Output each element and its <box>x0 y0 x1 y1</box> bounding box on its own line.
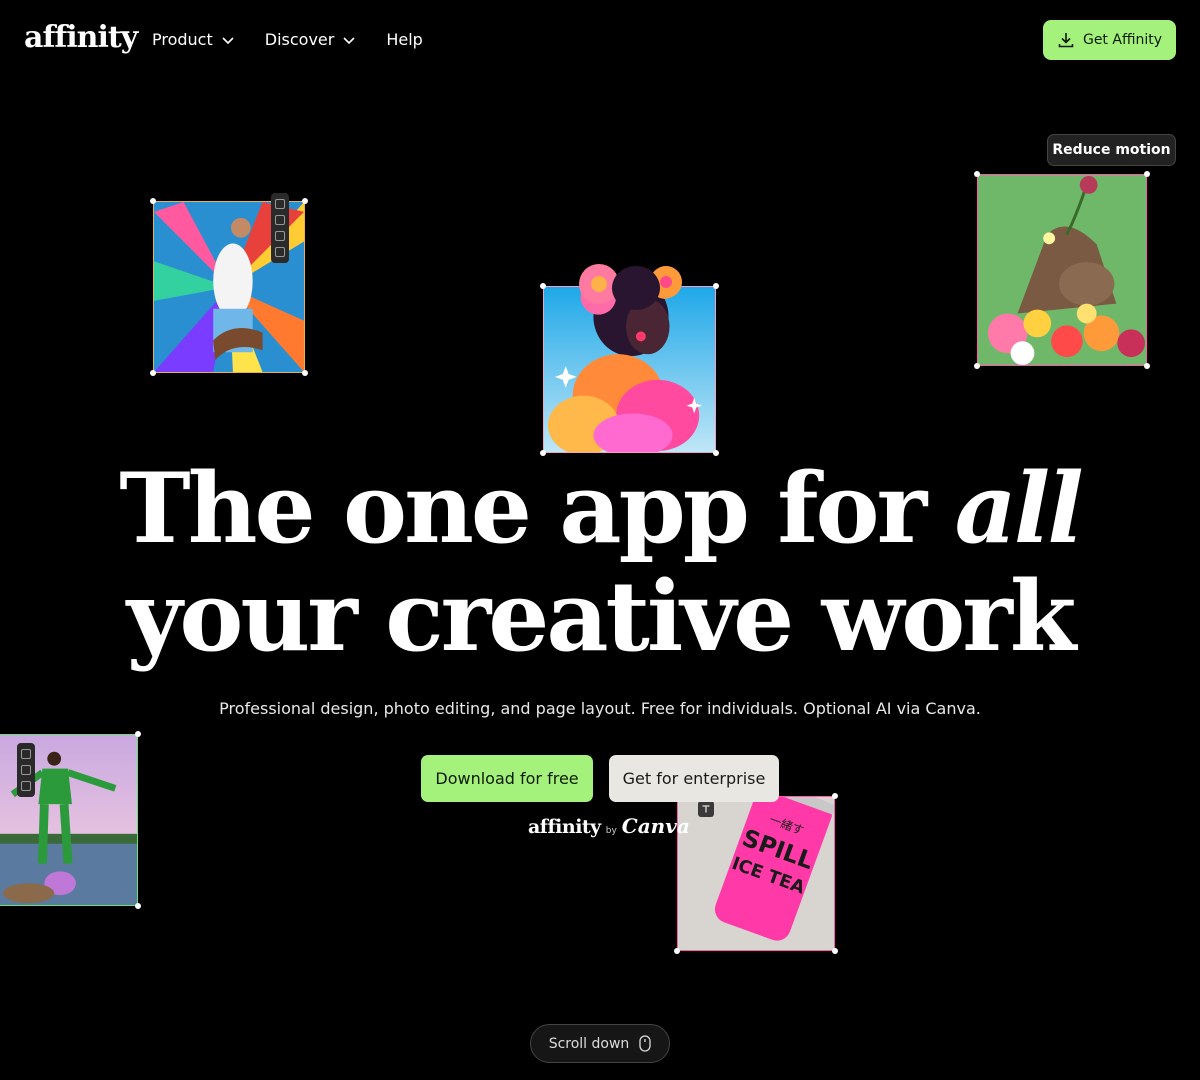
green-suit-man-image <box>0 731 141 909</box>
floating-toolbar[interactable] <box>271 193 289 263</box>
chevron-down-icon <box>222 36 234 44</box>
move-tool-icon[interactable] <box>275 247 285 257</box>
selection-handle[interactable] <box>1144 363 1150 369</box>
scroll-down-button[interactable]: Scroll down <box>530 1024 670 1063</box>
brush-tool-icon[interactable] <box>275 215 285 225</box>
hero-subtitle: Professional design, photo editing, and … <box>219 699 981 718</box>
selection-handle[interactable] <box>135 903 141 909</box>
selection-handle[interactable] <box>832 948 838 954</box>
selection-handle[interactable] <box>974 363 980 369</box>
affinity-logo[interactable]: affinity <box>24 20 138 55</box>
flower-sculpture-art <box>978 175 1146 365</box>
selection-handle[interactable] <box>150 370 156 376</box>
adjust-tool-icon[interactable] <box>21 749 31 759</box>
selection-handle[interactable] <box>1144 171 1150 177</box>
crop-tool-icon[interactable] <box>21 781 31 791</box>
selection-handle[interactable] <box>302 370 308 376</box>
hero-line1: The one app for <box>119 452 927 565</box>
get-affinity-label: Get Affinity <box>1082 32 1163 48</box>
get-affinity-button[interactable]: Get Affinity <box>1043 20 1176 60</box>
ice-tea-can-image: 一緒す SPILL ICE TEA <box>674 793 838 954</box>
nav-discover-label: Discover <box>264 30 335 49</box>
brand-canva: Canva <box>621 814 690 838</box>
get-for-enterprise-button[interactable]: Get for enterprise <box>609 755 779 802</box>
selection-handle[interactable] <box>150 198 156 204</box>
splash-portrait-image <box>150 193 308 376</box>
brand-affinity: affinity <box>528 816 601 838</box>
flower-sculpture-image <box>974 171 1150 369</box>
erase-tool-icon[interactable] <box>275 231 285 241</box>
nav-help-label: Help <box>386 30 423 49</box>
brand-by: by <box>605 826 617 836</box>
selection-handle[interactable] <box>713 283 719 289</box>
selection-handle[interactable] <box>674 948 680 954</box>
selection-handle[interactable] <box>540 283 546 289</box>
filter-tool-icon[interactable] <box>21 765 31 775</box>
hero-line2: your creative work <box>126 560 1077 673</box>
flower-crown-decoration <box>579 264 682 310</box>
floating-toolbar[interactable] <box>17 743 35 797</box>
hero-line1-emphasis: all <box>954 452 1084 565</box>
reduce-motion-button[interactable]: Reduce motion <box>1047 134 1176 166</box>
selection-handle[interactable] <box>135 731 141 737</box>
nav-product-label: Product <box>152 30 213 49</box>
nav-product[interactable]: Product <box>152 30 235 49</box>
selection-handle[interactable] <box>832 793 838 799</box>
nav-help[interactable]: Help <box>386 30 422 49</box>
affinity-by-canva-logo: affinity by Canva <box>528 814 690 838</box>
hero-headline: The one app for all your creative work <box>0 455 1200 671</box>
main-nav: Product Discover Help <box>152 30 423 49</box>
download-icon <box>1058 33 1074 48</box>
nav-discover[interactable]: Discover <box>265 30 357 49</box>
scroll-down-label: Scroll down <box>548 1035 630 1052</box>
download-for-free-button[interactable]: Download for free <box>421 755 593 802</box>
text-tool-icon[interactable] <box>698 801 714 817</box>
text-glyph-icon <box>702 805 710 813</box>
chevron-down-icon <box>343 36 355 44</box>
pen-tool-icon[interactable] <box>275 199 285 209</box>
selection-handle[interactable] <box>974 171 980 177</box>
mouse-icon <box>639 1035 651 1052</box>
selection-handle[interactable] <box>302 198 308 204</box>
ice-tea-can-art: 一緒す SPILL ICE TEA <box>678 797 834 950</box>
